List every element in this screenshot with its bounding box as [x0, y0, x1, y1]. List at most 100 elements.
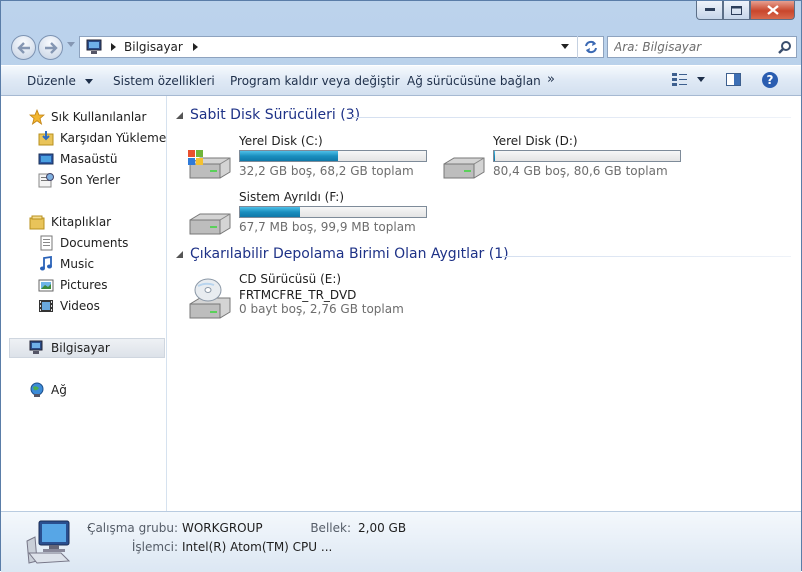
collapse-triangle-icon [176, 250, 183, 258]
network-globe-icon [29, 382, 45, 398]
navigation-pane: Sık Kullanılanlar Karşıdan Yüklemeler Ma… [1, 96, 167, 511]
sidebar-item-label: Karşıdan Yüklemeler [60, 131, 167, 145]
map-network-drive-button[interactable]: Ağ sürücüsüne bağlan [407, 74, 541, 88]
preview-pane-button[interactable] [725, 71, 743, 89]
drive-usage-bar [493, 150, 681, 162]
recent-places-icon [38, 172, 54, 188]
sidebar-item-network[interactable]: Ağ [29, 380, 67, 400]
sidebar-item-label: Masaüstü [60, 152, 118, 166]
sidebar-item-label: Bilgisayar [51, 341, 110, 355]
memory-label: Bellek: [310, 521, 351, 535]
back-arrow-icon [16, 41, 30, 54]
files-pane: Sabit Disk Sürücüleri (3) Yerel Disk (C:… [168, 96, 801, 511]
drive-space-info: 80,4 GB boş, 80,6 GB toplam [493, 164, 668, 178]
computer-icon [29, 340, 45, 356]
drive-space-info: 32,2 GB boş, 68,2 GB toplam [239, 164, 414, 178]
workgroup-label: Çalışma grubu: [87, 521, 178, 535]
close-icon [766, 5, 779, 15]
caption-buttons [696, 1, 795, 20]
command-bar: Düzenle Sistem özellikleri Program kaldı… [1, 65, 801, 96]
organize-label: Düzenle [27, 74, 76, 88]
minimize-icon [704, 8, 715, 11]
sidebar-item-computer[interactable]: Bilgisayar [29, 338, 110, 358]
help-icon: ? [762, 72, 778, 88]
workgroup-value: WORKGROUP [182, 521, 263, 535]
refresh-icon [585, 40, 597, 54]
sidebar-item-recent-places[interactable]: Son Yerler [38, 170, 120, 190]
breadcrumb-arrow-icon[interactable] [110, 42, 118, 52]
help-button[interactable]: ? [761, 71, 779, 89]
hard-drive-icon [189, 213, 231, 235]
sidebar-item-libraries[interactable]: Kitaplıklar [29, 212, 111, 232]
maximize-button[interactable] [723, 1, 750, 20]
windows-system-drive-icon [188, 150, 231, 179]
drive-name: Sistem Ayrıldı (F:) [239, 190, 345, 204]
sidebar-item-downloads[interactable]: Karşıdan Yüklemeler [38, 128, 167, 148]
group-title: Sabit Disk Sürücüleri (3) [190, 107, 361, 123]
recent-pages-dropdown-icon[interactable] [67, 42, 75, 48]
close-button[interactable] [750, 1, 795, 20]
refresh-button[interactable] [577, 36, 604, 58]
star-icon [29, 109, 45, 125]
navigation-bar: Bilgisayar [9, 31, 797, 63]
chevron-down-icon [697, 76, 705, 82]
search-input[interactable] [614, 40, 764, 54]
sidebar-item-desktop[interactable]: Masaüstü [38, 149, 117, 169]
sidebar-item-videos[interactable]: Videos [38, 296, 100, 316]
drive-usage-fill [240, 207, 300, 217]
back-button[interactable] [11, 35, 36, 60]
music-note-icon [38, 256, 54, 272]
cpu-label: İşlemci: [131, 540, 178, 554]
minimize-button[interactable] [696, 1, 723, 20]
sidebar-item-label: Documents [60, 236, 129, 250]
sidebar-item-documents[interactable]: Documents [38, 233, 128, 253]
forward-button[interactable] [38, 35, 63, 60]
maximize-icon [731, 5, 742, 15]
documents-icon [38, 235, 54, 251]
sidebar-item-label: Music [60, 257, 95, 271]
view-options-icon [672, 73, 687, 86]
drive-usage-fill [494, 151, 495, 161]
preview-pane-icon [726, 73, 741, 86]
cd-drive-icon [189, 278, 231, 319]
drive-usage-bar [239, 206, 427, 218]
drive-d[interactable]: Yerel Disk (D:) 80,4 GB boş, 80,6 GB top… [440, 134, 700, 184]
sidebar-item-label: Kitaplıklar [51, 215, 112, 229]
organize-button[interactable]: Düzenle [27, 74, 93, 88]
sidebar-item-label: Videos [60, 299, 100, 313]
computer-icon [86, 39, 102, 54]
drive-e-cd[interactable]: CD Sürücüsü (E:) FRTMCFRE_TR_DVD 0 bayt … [186, 272, 446, 322]
drive-usage-bar [239, 150, 427, 162]
breadcrumb-computer[interactable]: Bilgisayar [124, 40, 183, 54]
breadcrumb-arrow-icon[interactable] [192, 42, 200, 52]
address-history-dropdown-icon[interactable] [561, 44, 570, 50]
pictures-icon [38, 277, 54, 293]
group-title: Çıkarılabilir Depolama Birimi Olan Aygıt… [190, 246, 509, 262]
desktop-icon [38, 151, 54, 167]
group-header-removable[interactable]: Çıkarılabilir Depolama Birimi Olan Aygıt… [176, 246, 509, 262]
cpu-value: Intel(R) Atom(TM) CPU ... [182, 540, 333, 554]
group-divider [352, 117, 791, 118]
svg-text:?: ? [767, 73, 774, 87]
drive-name: CD Sürücüsü (E:) [239, 272, 342, 286]
forward-arrow-icon [44, 41, 58, 54]
uninstall-program-button[interactable]: Program kaldır veya değiştir [230, 74, 400, 88]
downloads-folder-icon [38, 130, 54, 146]
search-icon[interactable] [778, 40, 792, 54]
drive-name: Yerel Disk (C:) [239, 134, 323, 148]
drive-space-info: 67,7 MB boş, 99,9 MB toplam [239, 220, 416, 234]
sidebar-item-music[interactable]: Music [38, 254, 94, 274]
change-view-button[interactable] [671, 71, 705, 87]
more-commands-button[interactable]: » [547, 72, 555, 87]
group-header-hard-disks[interactable]: Sabit Disk Sürücüleri (3) [176, 107, 360, 123]
search-box[interactable] [607, 36, 797, 58]
drive-c[interactable]: Yerel Disk (C:) 32,2 GB boş, 68,2 GB top… [186, 134, 446, 184]
sidebar-item-pictures[interactable]: Pictures [38, 275, 108, 295]
explorer-window: Bilgisayar Düzenle Sistem özellikle [0, 0, 802, 572]
address-bar[interactable]: Bilgisayar [79, 36, 604, 58]
libraries-icon [29, 214, 45, 230]
sidebar-item-label: Son Yerler [60, 173, 121, 187]
system-properties-button[interactable]: Sistem özellikleri [113, 74, 215, 88]
drive-f[interactable]: Sistem Ayrıldı (F:) 67,7 MB boş, 99,9 MB… [186, 190, 446, 240]
sidebar-item-favorites[interactable]: Sık Kullanılanlar [29, 107, 146, 127]
